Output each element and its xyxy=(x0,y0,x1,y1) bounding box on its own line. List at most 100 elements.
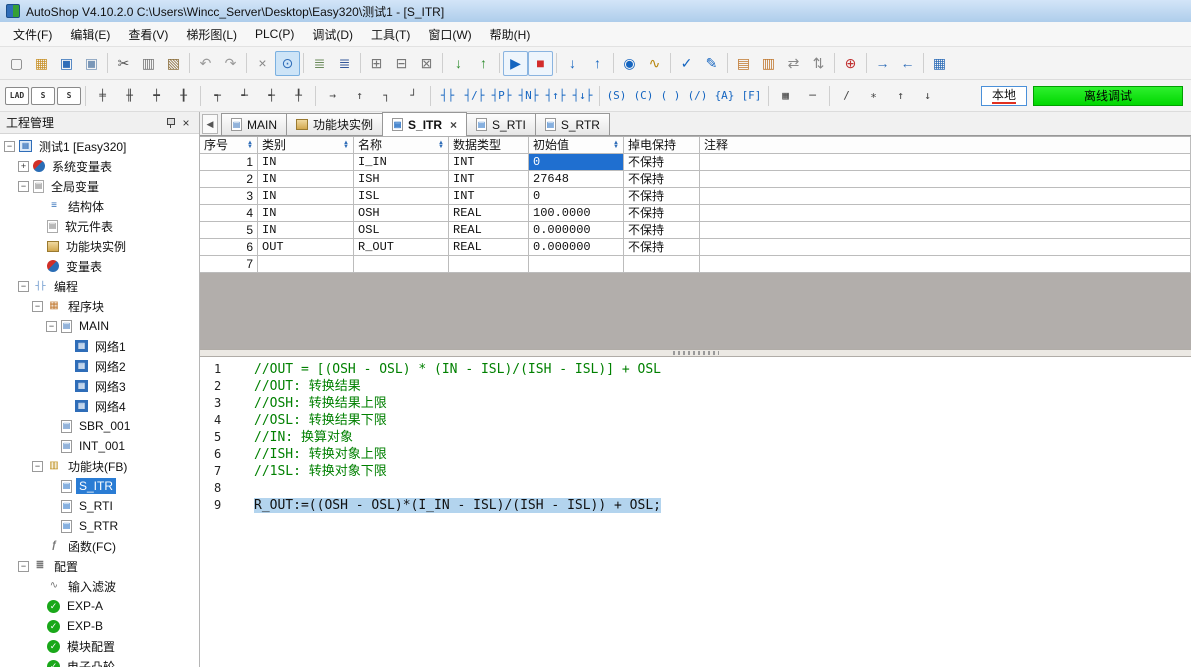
table-cell[interactable]: REAL xyxy=(449,222,529,239)
align-vertical-icon[interactable]: ⇅ xyxy=(806,51,831,76)
table-cell[interactable]: IN xyxy=(258,222,354,239)
code-line[interactable]: 5//IN: 换算对象 xyxy=(200,429,1191,446)
table-cell[interactable]: OSL xyxy=(354,222,449,239)
pin-icon[interactable] xyxy=(163,117,175,129)
table-cell[interactable]: 不保持 xyxy=(624,205,700,222)
table-cell[interactable] xyxy=(529,256,624,273)
table-cell[interactable]: IN xyxy=(258,188,354,205)
menu-item[interactable]: PLC(P) xyxy=(246,23,303,45)
insert-cell-icon[interactable]: ╪ xyxy=(89,84,116,108)
line-corner-2-icon[interactable]: ┘ xyxy=(400,84,427,108)
table-cell[interactable]: R_OUT xyxy=(354,239,449,256)
table-cell[interactable]: 0 xyxy=(529,188,624,205)
compile-icon[interactable]: ≣ xyxy=(307,51,332,76)
delete-cell-icon[interactable]: ╫ xyxy=(116,84,143,108)
contact-rising-icon[interactable]: ┤↑├ xyxy=(542,84,569,108)
compile-all-icon[interactable]: ≣ xyxy=(332,51,357,76)
tree-item-15[interactable]: ▤INT_001 xyxy=(0,436,199,456)
line-up-icon[interactable]: ↑ xyxy=(346,84,373,108)
tab-3[interactable]: ▤S_RTI xyxy=(466,113,536,135)
table-cell[interactable] xyxy=(258,256,354,273)
table-cell[interactable]: 0.000000 xyxy=(529,239,624,256)
jump-out-icon[interactable]: ← xyxy=(895,51,920,76)
code-text[interactable]: R_OUT:=((OSH - OSL)*(I_IN - ISL)/(ISH - … xyxy=(254,497,661,514)
table-cell[interactable] xyxy=(700,171,1191,188)
tree-item-8[interactable]: −▦程序块 xyxy=(0,296,199,316)
collapse-icon[interactable]: − xyxy=(46,321,57,332)
branch-close-icon[interactable]: ┵ xyxy=(231,84,258,108)
table-cell[interactable]: IN xyxy=(258,171,354,188)
table-cell[interactable]: ISL xyxy=(354,188,449,205)
code-line[interactable]: 9R_OUT:=((OSH - OSL)*(I_IN - ISL)/(ISH -… xyxy=(200,497,1191,514)
tab-close-icon[interactable]: × xyxy=(450,118,457,132)
redo-icon[interactable]: ↷ xyxy=(218,51,243,76)
table-cell[interactable]: 不保持 xyxy=(624,154,700,171)
tree-item-3[interactable]: ≡结构体 xyxy=(0,196,199,216)
table-cell[interactable]: 不保持 xyxy=(624,222,700,239)
splitter[interactable] xyxy=(200,349,1191,357)
table-cell[interactable] xyxy=(700,205,1191,222)
tree-item-6[interactable]: 变量表 xyxy=(0,256,199,276)
menu-item[interactable]: 调试(D) xyxy=(303,22,362,47)
table-cell[interactable]: 3 xyxy=(200,188,258,205)
table-cell[interactable]: INT xyxy=(449,154,529,171)
column-header[interactable]: 掉电保持 xyxy=(624,137,700,154)
column-header[interactable]: 数据类型 xyxy=(449,137,529,154)
table-cell[interactable]: 4 xyxy=(200,205,258,222)
horizontal-line-icon[interactable]: ─ xyxy=(799,84,826,108)
upload-plc-icon[interactable]: ↑ xyxy=(585,51,610,76)
window-cascade-icon[interactable]: ▤ xyxy=(731,51,756,76)
code-text[interactable]: //1SL: 转换对象下限 xyxy=(254,463,387,480)
branch-open-icon[interactable]: ┭ xyxy=(204,84,231,108)
table-cell[interactable]: REAL xyxy=(449,205,529,222)
table-cell[interactable]: 100.0000 xyxy=(529,205,624,222)
code-line[interactable]: 8 xyxy=(200,480,1191,497)
code-line[interactable]: 4//OSL: 转换结果下限 xyxy=(200,412,1191,429)
open-project-icon[interactable]: ▦ xyxy=(29,51,54,76)
align-horizontal-icon[interactable]: ⇄ xyxy=(781,51,806,76)
upload-program-icon[interactable]: ↑ xyxy=(471,51,496,76)
coil-not-icon[interactable]: (/) xyxy=(684,84,711,108)
collapse-icon[interactable]: − xyxy=(18,181,29,192)
copy-icon[interactable]: ▥ xyxy=(136,51,161,76)
code-text[interactable]: //IN: 换算对象 xyxy=(254,429,353,446)
tree-item-2[interactable]: −▤全局变量 xyxy=(0,176,199,196)
reset-coil-icon[interactable]: (C) xyxy=(630,84,657,108)
tree-item-9[interactable]: −▤MAIN xyxy=(0,316,199,336)
menu-item[interactable]: 窗口(W) xyxy=(419,22,480,47)
table-cell[interactable] xyxy=(700,154,1191,171)
st-code-editor[interactable]: 1//OUT = [(OSH - OSL) * (IN - ISL)/(ISH … xyxy=(200,357,1191,667)
cross-reference-icon[interactable]: ▦ xyxy=(927,51,952,76)
tree-item-22[interactable]: ∿输入滤波 xyxy=(0,576,199,596)
tree-item-16[interactable]: −▥功能块(FB) xyxy=(0,456,199,476)
tree-item-10[interactable]: ▦网络1 xyxy=(0,336,199,356)
delete-line-icon[interactable]: / xyxy=(833,84,860,108)
table-cell[interactable]: INT xyxy=(449,171,529,188)
tab-1[interactable]: 功能块实例 xyxy=(286,113,383,135)
save-icon[interactable]: ▣ xyxy=(54,51,79,76)
tree-item-26[interactable]: ✓电子凸轮 xyxy=(0,656,199,667)
close-icon[interactable]: × xyxy=(179,116,193,130)
find-icon[interactable]: ⊙ xyxy=(275,51,300,76)
collapse-icon[interactable]: − xyxy=(32,461,43,472)
contact-open-icon[interactable]: ┤├ xyxy=(434,84,461,108)
table-cell[interactable]: 5 xyxy=(200,222,258,239)
line-right-icon[interactable]: → xyxy=(319,84,346,108)
delete-row-icon[interactable]: ╂ xyxy=(170,84,197,108)
tree-item-20[interactable]: ƒ函数(FC) xyxy=(0,536,199,556)
monitor-icon[interactable]: ◉ xyxy=(617,51,642,76)
branch-mid-icon[interactable]: ┽ xyxy=(258,84,285,108)
undo-icon[interactable]: ↶ xyxy=(193,51,218,76)
move-down-icon[interactable]: ↓ xyxy=(914,84,941,108)
table-cell[interactable] xyxy=(700,256,1191,273)
table-cell[interactable]: 不保持 xyxy=(624,188,700,205)
pin-tool-icon[interactable]: ⊕ xyxy=(838,51,863,76)
verify-icon[interactable]: ✓ xyxy=(674,51,699,76)
code-text[interactable]: //OSH: 转换结果上限 xyxy=(254,395,387,412)
cut-icon[interactable]: ✂ xyxy=(111,51,136,76)
block-f-icon[interactable]: [F] xyxy=(738,84,765,108)
window-tile-icon[interactable]: ▥ xyxy=(756,51,781,76)
tree-item-25[interactable]: ✓模块配置 xyxy=(0,636,199,656)
table-cell[interactable]: 6 xyxy=(200,239,258,256)
block-a-icon[interactable]: {A} xyxy=(711,84,738,108)
